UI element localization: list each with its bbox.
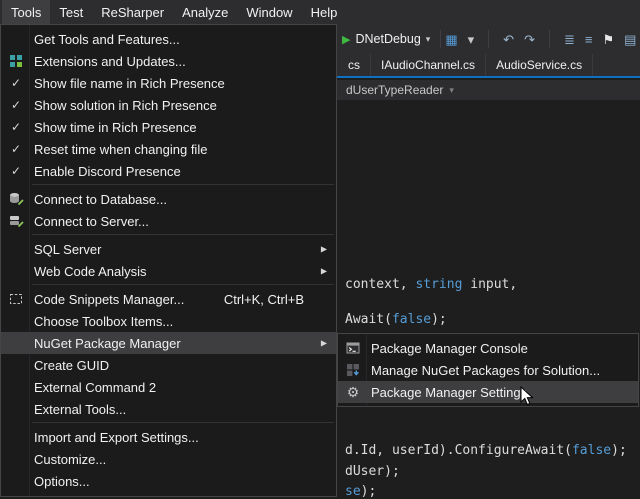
menu-separator (32, 422, 334, 423)
menu-item-code-snippets-manager[interactable]: Code Snippets Manager...Ctrl+K, Ctrl+B (1, 288, 336, 310)
menubar-item-test[interactable]: Test (50, 0, 92, 24)
navbar-member-dropdown[interactable]: dUserTypeReader (346, 83, 443, 97)
menu-item-nuget-package-manager[interactable]: NuGet Package Manager▶ (1, 332, 336, 354)
tools-menu: Get Tools and Features... Extensions and … (0, 24, 337, 497)
menu-item-enable-discord-presence[interactable]: ✓Enable Discord Presence (1, 160, 336, 182)
debug-dropdown-icon[interactable]: ▦ (445, 33, 457, 46)
menubar: ToolsTestReSharperAnalyzeWindowHelp (0, 0, 640, 24)
toolbar-separator (549, 30, 550, 48)
menu-item-reset-time-when-changing-file[interactable]: ✓Reset time when changing file (1, 138, 336, 160)
menu-item-label: Package Manager Console (368, 341, 628, 356)
bookmark-window-icon[interactable]: ▤ (624, 33, 636, 46)
snippets-icon (1, 292, 31, 306)
connect-server-icon (1, 214, 31, 228)
menu-item-label: SQL Server (31, 242, 326, 257)
menubar-item-tools[interactable]: Tools (2, 0, 50, 24)
menu-item-shortcut: Ctrl+K, Ctrl+B (224, 292, 304, 307)
menu-item-customize[interactable]: Customize... (1, 448, 336, 470)
navigate-forward-icon[interactable]: ↷ (524, 33, 535, 46)
menu-item-label: Enable Discord Presence (31, 164, 326, 179)
chevron-down-icon: ▾ (449, 85, 454, 96)
menubar-item-help[interactable]: Help (302, 0, 347, 24)
toolbar-separator (488, 30, 489, 48)
start-debug-button[interactable]: ▶ DNetDebug ▾ (342, 32, 430, 46)
menu-item-label: Get Tools and Features... (31, 32, 326, 47)
menu-separator (32, 234, 334, 235)
menu-item-extensions-and-updates[interactable]: Extensions and Updates... (1, 50, 336, 72)
nuget-submenu: Package Manager Console Manage NuGet Pack… (337, 333, 639, 407)
menu-item-label: Options... (31, 474, 326, 489)
menu-item-connect-to-server[interactable]: Connect to Server... (1, 210, 336, 232)
menu-item-label: Connect to Server... (31, 214, 326, 229)
submenu-item-package-manager-console[interactable]: Package Manager Console (338, 337, 638, 359)
toolbar-icons: ▦ ▾ ↶ ↷ ≣ ≡ ⚑ ▤ (445, 30, 636, 48)
checkmark-icon: ✓ (1, 99, 31, 111)
menu-item-label: Show time in Rich Presence (31, 120, 326, 135)
submenu-item-package-manager-settings[interactable]: ⚙Package Manager Settings (338, 381, 638, 403)
menubar-item-resharper[interactable]: ReSharper (92, 0, 173, 24)
extensions-icon (1, 54, 31, 68)
tab-iaudiochannel-cs[interactable]: IAudioChannel.cs (371, 54, 486, 76)
menubar-item-window[interactable]: Window (237, 0, 301, 24)
chevron-down-icon[interactable]: ▾ (426, 34, 431, 45)
menu-item-label: Reset time when changing file (31, 142, 326, 157)
connect-database-icon (1, 192, 31, 206)
menu-item-label: Connect to Database... (31, 192, 326, 207)
menu-item-label: Choose Toolbox Items... (31, 314, 326, 329)
play-icon: ▶ (342, 33, 350, 46)
menu-item-import-and-export-settings[interactable]: Import and Export Settings... (1, 426, 336, 448)
menu-item-get-tools-and-features[interactable]: Get Tools and Features... (1, 28, 336, 50)
menu-item-external-tools[interactable]: External Tools... (1, 398, 336, 420)
menu-item-options[interactable]: Options... (1, 470, 336, 492)
menu-item-external-command-2[interactable]: External Command 2 (1, 376, 336, 398)
menu-item-show-file-name-in-rich-presence[interactable]: ✓Show file name in Rich Presence (1, 72, 336, 94)
menu-item-label: NuGet Package Manager (31, 336, 326, 351)
menu-separator (32, 284, 334, 285)
debug-target-label: DNetDebug (355, 32, 420, 46)
checkmark-icon: ✓ (1, 143, 31, 155)
checkmark-icon: ✓ (1, 77, 31, 89)
menu-item-label: Web Code Analysis (31, 264, 326, 279)
gear-icon: ⚙ (338, 385, 368, 399)
menu-separator (32, 184, 334, 185)
uncomment-icon[interactable]: ≡ (585, 33, 593, 46)
tab-cs[interactable]: cs (338, 54, 371, 76)
menu-item-choose-toolbox-items[interactable]: Choose Toolbox Items... (1, 310, 336, 332)
comment-icon[interactable]: ≣ (564, 33, 575, 46)
menubar-item-analyze[interactable]: Analyze (173, 0, 237, 24)
menu-item-label: External Command 2 (31, 380, 326, 395)
menu-item-show-time-in-rich-presence[interactable]: ✓Show time in Rich Presence (1, 116, 336, 138)
menu-item-show-solution-in-rich-presence[interactable]: ✓Show solution in Rich Presence (1, 94, 336, 116)
submenu-arrow-icon: ▶ (321, 245, 327, 254)
menu-item-connect-to-database[interactable]: Connect to Database... (1, 188, 336, 210)
submenu-arrow-icon: ▶ (321, 267, 327, 276)
toolbar-separator (440, 30, 441, 48)
navigate-backward-icon[interactable]: ↶ (503, 33, 514, 46)
menu-item-label: Show file name in Rich Presence (31, 76, 326, 91)
menu-item-label: Package Manager Settings (368, 385, 628, 400)
submenu-item-manage-nuget-packages-for-solution[interactable]: Manage NuGet Packages for Solution... (338, 359, 638, 381)
chevron-down-icon[interactable]: ▾ (468, 33, 475, 46)
bookmark-icon[interactable]: ⚑ (602, 33, 614, 46)
menu-item-sql-server[interactable]: SQL Server▶ (1, 238, 336, 260)
menu-item-label: Manage NuGet Packages for Solution... (368, 363, 628, 378)
menu-item-label: Customize... (31, 452, 326, 467)
menu-item-web-code-analysis[interactable]: Web Code Analysis▶ (1, 260, 336, 282)
submenu-arrow-icon: ▶ (321, 339, 327, 348)
menu-item-label: External Tools... (31, 402, 326, 417)
packages-icon (338, 363, 368, 377)
menu-item-label: Import and Export Settings... (31, 430, 326, 445)
menu-item-create-guid[interactable]: Create GUID (1, 354, 336, 376)
checkmark-icon: ✓ (1, 165, 31, 177)
menu-item-label: Show solution in Rich Presence (31, 98, 326, 113)
console-icon (338, 341, 368, 355)
menu-item-label: Create GUID (31, 358, 326, 373)
menu-item-label: Extensions and Updates... (31, 54, 326, 69)
tab-audioservice-cs[interactable]: AudioService.cs (486, 54, 593, 76)
checkmark-icon: ✓ (1, 121, 31, 133)
menu-item-label: Code Snippets Manager... (31, 292, 224, 307)
